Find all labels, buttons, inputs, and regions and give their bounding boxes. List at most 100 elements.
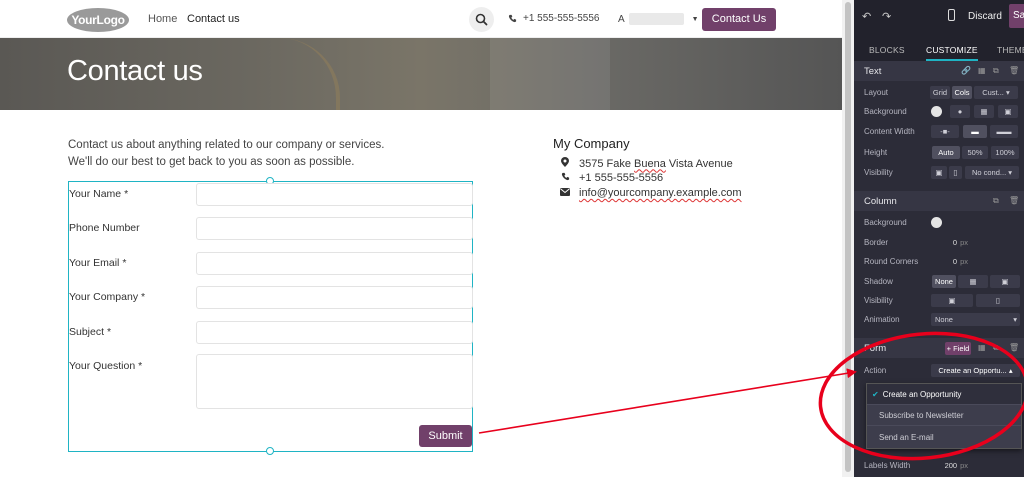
height-50-option[interactable]: 50% — [962, 146, 988, 159]
contact-form[interactable]: Your Name * Phone Number Your Email * Yo… — [68, 177, 473, 455]
duplicate-icon[interactable]: ⧉ — [993, 196, 999, 206]
visibility-condition-select[interactable]: No cond... ▾ — [965, 166, 1019, 179]
width-small-icon[interactable]: -■- — [931, 125, 959, 138]
trash-icon[interactable]: 🗑 — [1009, 196, 1019, 205]
submit-button[interactable]: Submit — [419, 425, 472, 447]
subject-input[interactable] — [196, 321, 473, 344]
undo-icon[interactable]: ↶ — [862, 10, 871, 23]
color-picker[interactable] — [931, 217, 942, 228]
save-icon[interactable]: ▦ — [978, 343, 986, 352]
tab-blocks[interactable]: BLOCKS — [869, 45, 905, 55]
editor-tabs: BLOCKS CUSTOMIZE THEME — [854, 33, 1024, 63]
shadow-none-option[interactable]: None — [932, 275, 956, 288]
hero-image-shape — [490, 38, 610, 110]
height-label: Height — [864, 148, 888, 157]
phone-icon — [508, 14, 517, 23]
company-phone: +1 555-555-5556 — [560, 172, 663, 184]
animation-select[interactable]: None ▾ — [931, 313, 1020, 326]
site-logo[interactable]: YourLogo — [67, 8, 129, 32]
height-auto-option[interactable]: Auto — [932, 146, 960, 159]
shadow-inset-icon[interactable]: ▣ — [990, 275, 1020, 288]
animation-label: Animation — [864, 315, 900, 324]
duplicate-icon[interactable]: ⧉ — [993, 343, 999, 353]
nav-phone[interactable]: +1 555-555-5556 — [508, 13, 599, 24]
company-email: info@yourcompany.example.com — [560, 187, 742, 199]
phone-input[interactable] — [196, 217, 473, 240]
border-label: Border — [864, 238, 889, 247]
link-icon[interactable]: 🔗 — [961, 66, 971, 75]
discard-button[interactable]: Discard — [968, 11, 1002, 22]
field-label: Your Company * — [69, 291, 146, 303]
visibility-label: Visibility — [864, 168, 893, 177]
save-icon[interactable]: ▦ — [978, 66, 986, 75]
intro-line: Contact us about anything related to our… — [68, 139, 385, 151]
labels-width-label: Labels Width — [864, 461, 911, 470]
width-medium-icon[interactable]: ▬ — [963, 125, 987, 138]
intro-line: We'll do our best to get back to you as … — [68, 156, 355, 168]
content-width-label: Content Width — [864, 127, 915, 136]
shadow-label: Shadow — [864, 277, 893, 286]
site-scrollbar[interactable] — [842, 0, 854, 477]
save-button[interactable]: Save — [1009, 4, 1024, 28]
option-send-email[interactable]: Send an E-mail — [867, 427, 1021, 448]
search-button[interactable] — [469, 7, 494, 32]
company-input[interactable] — [196, 286, 473, 309]
company-address: 3575 Fake Buena Vista Avenue — [560, 157, 733, 170]
border-width-input[interactable]: 0 px — [934, 236, 968, 249]
user-menu[interactable]: A ▼ — [618, 13, 699, 25]
mobile-visibility-icon[interactable]: ▯ — [976, 294, 1020, 307]
tab-theme[interactable]: THEME — [997, 45, 1024, 55]
action-select[interactable]: Create an Opportu... ▴ — [931, 364, 1020, 377]
user-name-redacted — [628, 13, 684, 25]
field-label: Your Email * — [69, 257, 127, 269]
chevron-down-icon: ▾ — [1006, 88, 1010, 97]
email-input[interactable] — [196, 252, 473, 275]
image-bg-icon[interactable]: ● — [950, 105, 970, 118]
desktop-visibility-icon[interactable]: ▣ — [931, 294, 973, 307]
email-text[interactable]: info@yourcompany.example.com — [579, 187, 742, 199]
resize-handle-bottom[interactable] — [266, 447, 274, 455]
trash-icon[interactable]: 🗑 — [1009, 66, 1019, 75]
mobile-preview-icon[interactable] — [948, 9, 955, 21]
width-full-icon[interactable]: ▬▬ — [990, 125, 1018, 138]
video-bg-icon[interactable]: ▦ — [974, 105, 994, 118]
name-input[interactable] — [196, 183, 473, 206]
round-corners-input[interactable]: 0 px — [934, 255, 968, 268]
hero-image-shape — [250, 38, 340, 110]
field-label: Your Question * — [69, 360, 143, 372]
scrollbar-thumb[interactable] — [845, 2, 851, 472]
nav-home[interactable]: Home — [148, 13, 177, 25]
intro-text: Contact us about anything related to our… — [68, 137, 384, 171]
phone-icon — [560, 172, 570, 184]
contact-us-button[interactable]: Contact Us — [702, 8, 776, 31]
redo-icon[interactable]: ↷ — [882, 10, 891, 23]
action-dropdown-menu: ✔ Create an Opportunity Subscribe to News… — [866, 383, 1022, 449]
action-label: Action — [864, 366, 887, 375]
option-create-opportunity[interactable]: ✔ Create an Opportunity — [867, 384, 1021, 405]
page-title: Contact us — [67, 55, 203, 87]
add-field-button[interactable]: + Field — [945, 342, 971, 355]
duplicate-icon[interactable]: ⧉ — [993, 66, 999, 76]
color-picker[interactable] — [931, 106, 942, 117]
section-title: Column — [864, 196, 897, 207]
question-textarea[interactable] — [196, 354, 473, 409]
chevron-down-icon: ▾ — [1008, 168, 1013, 177]
option-subscribe-newsletter[interactable]: Subscribe to Newsletter — [867, 405, 1021, 426]
hero-banner: Contact us — [0, 38, 842, 110]
desktop-visibility-icon[interactable]: ▣ — [931, 166, 947, 179]
layout-cols-option[interactable]: Cols — [952, 86, 972, 99]
labels-width-input[interactable]: 200 px — [934, 459, 968, 472]
chevron-down-icon: ▼ — [691, 15, 699, 23]
section-title: Text — [864, 66, 882, 77]
shape-bg-icon[interactable]: ▣ — [998, 105, 1018, 118]
mobile-visibility-icon[interactable]: ▯ — [949, 166, 962, 179]
shadow-outset-icon[interactable]: ▦ — [958, 275, 988, 288]
layout-grid-option[interactable]: Grid — [930, 86, 950, 99]
chevron-up-icon: ▴ — [1008, 366, 1013, 375]
tab-customize[interactable]: CUSTOMIZE — [926, 45, 978, 61]
trash-icon[interactable]: 🗑 — [1009, 343, 1019, 352]
layout-custom-select[interactable]: Cust... ▾ — [974, 86, 1018, 99]
round-corners-label: Round Corners — [864, 257, 919, 266]
nav-contact[interactable]: Contact us — [187, 13, 240, 25]
height-100-option[interactable]: 100% — [991, 146, 1019, 159]
